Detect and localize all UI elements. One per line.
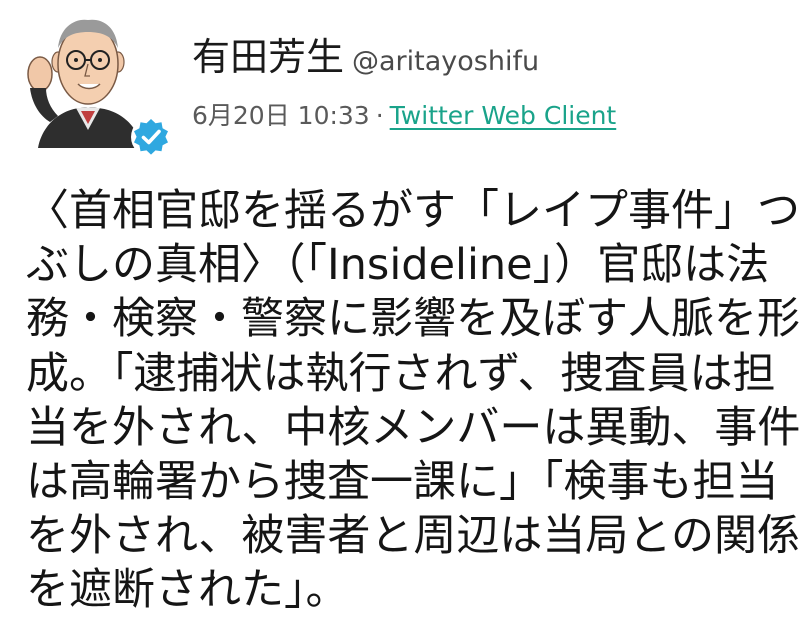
display-name[interactable]: 有田芳生 (192, 35, 344, 79)
tweet-body-line: 〈首相官邸を揺るがす「レイプ事件」つ (26, 186, 800, 236)
tweet-meta: 6月20日 10:33 · Twitter Web Client (192, 96, 616, 132)
tweet-body-line: 成。「逮捕状は執行されず、捜査員は担 (26, 348, 776, 399)
verified-badge-icon (131, 117, 171, 157)
tweet-body-line: を遮断された」。 (26, 565, 349, 616)
avatar-container[interactable] (18, 8, 171, 157)
user-handle[interactable]: @aritayoshifu (352, 46, 539, 77)
tweet-body: 〈首相官邸を揺るがす「レイプ事件」つ ぶしの真相〉（「Insideline」）官… (26, 184, 800, 618)
tweet-header: 有田芳生 @aritayoshifu (192, 26, 539, 81)
tweet-body-line: 当を外され、中核メンバーは異動、事件 (26, 402, 800, 453)
tweet-body-line: 務・検察・警察に影響を及ぼす人脈を形 (26, 294, 800, 345)
client-link[interactable]: Twitter Web Client (390, 101, 617, 130)
tweet-date: 6月20日 (192, 101, 290, 130)
tweet-time: 10:33 (297, 101, 370, 130)
tweet-card: 有田芳生 @aritayoshifu 6月20日 10:33 · Twitter We… (0, 0, 800, 615)
tweet-body-line: ぶしの真相〉（「Insideline」）官邸は法 (26, 240, 770, 291)
tweet-body-line: を外され、被害者と周辺は当局との関係 (26, 511, 800, 562)
tweet-body-line: は高輪署から捜査一課に」「検事も担当 (26, 457, 779, 508)
meta-separator: · (375, 101, 384, 130)
